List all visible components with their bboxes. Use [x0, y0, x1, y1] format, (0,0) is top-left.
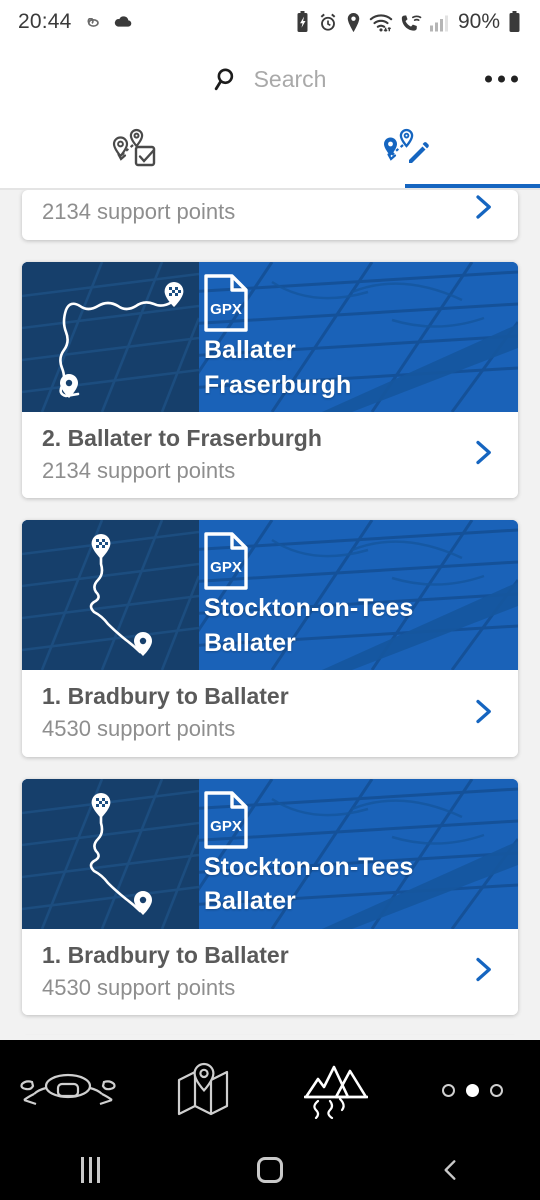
route-hero: GPX Stockton-on-Tees Ballater — [22, 520, 518, 671]
tab-edit-routes[interactable] — [270, 114, 540, 190]
route-card-footer[interactable]: 2. Ballater to Fraserburgh 2134 support … — [22, 412, 518, 499]
nav-dot — [490, 1083, 503, 1097]
location-icon — [347, 12, 360, 32]
svg-text:GPX: GPX — [210, 818, 242, 835]
route-subtitle: 2134 support points — [42, 199, 236, 224]
bottom-nav-bar — [0, 1040, 540, 1140]
home-button[interactable] — [180, 1157, 360, 1183]
route-hero-line2: Ballater — [204, 628, 296, 657]
wifi-icon — [369, 13, 393, 32]
recents-button[interactable] — [0, 1157, 180, 1183]
link-icon — [87, 17, 99, 27]
route-subtitle: 4530 support points — [42, 716, 236, 742]
route-hero-line2: Fraserburgh — [204, 370, 352, 399]
svg-text:GPX: GPX — [210, 301, 242, 318]
route-card[interactable]: GPX Ballater Fraserburgh 2. Ballater to … — [22, 262, 518, 499]
gpx-file-icon: GPX — [204, 274, 248, 332]
nav-routes[interactable] — [270, 1061, 405, 1119]
status-bar: 20:44 90% — [0, 0, 540, 44]
overflow-dot — [485, 75, 492, 83]
alarm-icon — [320, 13, 336, 31]
route-card-footer[interactable]: 1. Bradbury to Ballater 4530 support poi… — [22, 928, 518, 1016]
tab-planned-routes[interactable] — [0, 114, 270, 190]
search-bar[interactable]: Search — [0, 44, 540, 114]
route-title: 1. Bradbury to Ballater — [42, 683, 289, 710]
svg-text:GPX: GPX — [210, 559, 242, 576]
route-hero-titles: Stockton-on-Tees Ballater — [204, 591, 413, 660]
route-trace — [22, 262, 201, 412]
handlebar-icon — [19, 1073, 116, 1106]
nav-more[interactable] — [405, 1083, 540, 1097]
nav-map[interactable] — [135, 1062, 270, 1118]
chevron-right-icon[interactable] — [468, 696, 498, 731]
route-checkbox-icon — [112, 128, 156, 167]
back-button[interactable] — [360, 1157, 540, 1183]
route-card-footer[interactable]: 1. Bradbury to Ballater 4530 support poi… — [22, 670, 518, 757]
chevron-right-icon[interactable] — [468, 954, 498, 989]
route-hero: GPX Ballater Fraserburgh — [22, 262, 518, 412]
home-icon — [257, 1157, 283, 1183]
route-title: 1. Bradbury to Ballater — [42, 941, 289, 968]
recents-icon — [80, 1157, 100, 1183]
route-trace — [22, 520, 201, 671]
status-bar-left: 20:44 — [18, 10, 134, 34]
route-subtitle: 2134 support points — [42, 457, 236, 483]
cloud-icon — [114, 16, 131, 27]
nav-dot — [442, 1083, 455, 1097]
overflow-dot — [498, 75, 505, 83]
battery-icon — [509, 11, 520, 32]
system-nav-bar — [0, 1140, 540, 1200]
route-trace — [22, 778, 201, 929]
route-hero-line1: Stockton-on-Tees — [204, 594, 414, 623]
route-title: 2. Ballater to Fraserburgh — [42, 425, 322, 451]
nav-dot-active — [466, 1083, 479, 1097]
gpx-file-icon: GPX — [204, 791, 248, 849]
route-hero-line1: Stockton-on-Tees — [204, 852, 414, 881]
route-card[interactable]: GPX Stockton-on-Tees Ballater 1. Bradbur… — [22, 520, 518, 757]
mountains-icon — [303, 1065, 368, 1119]
search-icon — [214, 68, 233, 91]
list-item-partial-top[interactable]: 2134 support points — [22, 190, 518, 240]
route-hero-line2: Ballater — [204, 887, 296, 916]
route-thumbnail — [22, 520, 201, 671]
status-time: 20:44 — [18, 10, 72, 33]
route-list[interactable]: 2134 support points GPX Ballater Fraserb… — [0, 190, 540, 1035]
wifi-calling-icon — [401, 14, 422, 31]
signal-bars-icon — [429, 15, 448, 31]
nav-motorcycle[interactable] — [0, 1066, 135, 1114]
chevron-right-icon[interactable] — [468, 192, 498, 227]
search-placeholder: Search — [253, 65, 327, 92]
chevron-right-icon[interactable] — [468, 438, 498, 473]
battery-saver-icon — [297, 11, 308, 32]
three-dots-icon — [442, 1083, 503, 1097]
route-hero-titles: Stockton-on-Tees Ballater — [204, 850, 413, 919]
route-card[interactable]: GPX Stockton-on-Tees Ballater 1. Bradbur… — [22, 778, 518, 1016]
battery-percent: 90% — [457, 10, 500, 33]
route-thumbnail — [22, 262, 201, 412]
route-hero-line1: Ballater — [204, 336, 296, 364]
route-subtitle: 4530 support points — [42, 974, 236, 1000]
route-hero-titles: Ballater Fraserburgh — [204, 333, 351, 402]
overflow-dot — [511, 75, 518, 83]
tab-bar — [0, 114, 540, 190]
search-input[interactable]: Search — [214, 65, 327, 93]
route-hero: GPX Stockton-on-Tees Ballater — [22, 778, 518, 929]
overflow-menu-button[interactable] — [485, 75, 518, 83]
route-pencil-icon — [384, 128, 429, 163]
status-bar-right: 90% — [294, 10, 522, 34]
folded-map-pin-icon — [177, 1062, 228, 1116]
gpx-file-icon: GPX — [204, 532, 248, 591]
route-thumbnail — [22, 778, 201, 929]
back-chevron-icon — [444, 1160, 456, 1180]
